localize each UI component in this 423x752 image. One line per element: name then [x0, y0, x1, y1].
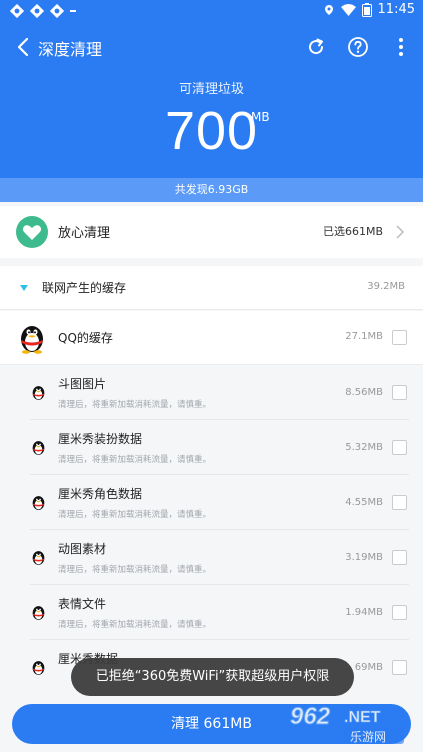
section-title: 联网产生的缓存: [42, 281, 127, 295]
list-item-title: 厘米秀装扮数据: [58, 432, 143, 446]
help-icon[interactable]: [347, 36, 369, 58]
svg-text:962: 962: [290, 703, 331, 730]
list-item-desc: 清理后，将重新加载消耗流量，请慎重。: [58, 400, 212, 410]
list-item-title: 表情文件: [58, 597, 107, 611]
safe-clean-title: 放心清理: [58, 226, 111, 241]
qq-cache-checkbox[interactable]: [392, 330, 407, 345]
list-item-checkbox[interactable]: [392, 440, 407, 455]
found-total-bar: 共发现6.93GB: [0, 178, 423, 202]
header: 深度清理 可清理垃圾 700 MB: [0, 24, 423, 178]
qq-penguin-icon: [32, 551, 45, 565]
qq-cache-sublist: 斗图图片 清理后，将重新加载消耗流量，请慎重。 8.56MB 厘米秀装扮数据 清…: [0, 365, 423, 696]
list-item-checkbox[interactable]: [392, 550, 407, 565]
junk-size-display: 700 MB: [0, 100, 423, 162]
section-size: 39.2MB: [367, 281, 405, 292]
qq-cache-row[interactable]: QQ的缓存 27.1MB: [0, 311, 423, 365]
wifi-icon: [340, 3, 356, 16]
status-app-icon: [30, 4, 44, 18]
qq-penguin-icon: [32, 496, 45, 510]
status-app-icon: [50, 4, 64, 18]
list-item-checkbox[interactable]: [392, 385, 407, 400]
list-item[interactable]: 厘米秀角色数据 清理后，将重新加载消耗流量，请慎重。 4.55MB: [0, 475, 423, 530]
list-item-title: 斗图图片: [58, 377, 107, 391]
expand-triangle-icon: [20, 285, 28, 291]
qq-penguin-icon: [21, 326, 43, 354]
qq-penguin-icon: [32, 386, 45, 400]
list-item-size: 69MB: [354, 662, 383, 673]
chevron-right-icon: [396, 225, 405, 239]
status-time: 11:45: [377, 2, 415, 17]
list-item-title: 动图素材: [58, 542, 107, 556]
site-watermark-logo: 962 .NET 乐游网: [290, 703, 404, 744]
status-app-icon: [10, 4, 24, 18]
permission-toast: 已拒绝“360免费WiFi”获取超级用户权限: [71, 658, 354, 696]
list-item-desc: 清理后，将重新加载消耗流量，请慎重。: [58, 565, 212, 575]
list-item-desc: 清理后，将重新加载消耗流量，请慎重。: [58, 455, 212, 465]
list-item[interactable]: 斗图图片 清理后，将重新加载消耗流量，请慎重。 8.56MB: [0, 365, 423, 420]
list-item-checkbox[interactable]: [392, 605, 407, 620]
junk-label: 可清理垃圾: [178, 82, 244, 97]
battery-icon: [361, 2, 372, 17]
section-network-cache[interactable]: 联网产生的缓存 39.2MB: [0, 266, 423, 310]
list-item[interactable]: 表情文件 清理后，将重新加载消耗流量，请慎重。 1.94MB: [0, 585, 423, 640]
list-item-size: 1.94MB: [345, 607, 383, 618]
title-bar: 深度清理: [0, 24, 423, 70]
junk-size-number: 700: [164, 101, 259, 161]
qq-penguin-icon: [32, 606, 45, 620]
location-icon: [324, 4, 333, 15]
list-item-size: 8.56MB: [345, 387, 383, 398]
list-item-checkbox[interactable]: [392, 495, 407, 510]
list-item-title: 厘米秀角色数据: [58, 487, 143, 501]
list-item-desc: 清理后，将重新加载消耗流量，请慎重。: [58, 510, 212, 520]
list-item-checkbox[interactable]: [392, 660, 407, 675]
status-notification-badge: [70, 10, 76, 12]
qq-penguin-icon: [32, 661, 45, 675]
qq-penguin-icon: [32, 441, 45, 455]
safe-clean-row[interactable]: 放心清理 已选661MB: [0, 206, 423, 258]
list-item-desc: 清理后，将重新加载消耗流量，请慎重。: [58, 620, 212, 630]
heart-icon: [16, 216, 48, 248]
list-item[interactable]: 厘米秀装扮数据 清理后，将重新加载消耗流量，请慎重。 5.32MB: [0, 420, 423, 475]
svg-text:.NET: .NET: [344, 709, 381, 726]
status-bar: 11:45: [0, 0, 423, 24]
list-item-size: 4.55MB: [345, 497, 383, 508]
qq-cache-title: QQ的缓存: [58, 331, 113, 345]
junk-size-unit: MB: [251, 110, 270, 124]
list-item-size: 3.19MB: [345, 552, 383, 563]
list-item[interactable]: 动图素材 清理后，将重新加载消耗流量，请慎重。 3.19MB: [0, 530, 423, 585]
refresh-icon[interactable]: [305, 36, 327, 58]
back-arrow-icon[interactable]: [12, 34, 36, 60]
qq-cache-size: 27.1MB: [345, 331, 383, 342]
svg-text:乐游网: 乐游网: [350, 730, 386, 744]
more-options-icon[interactable]: [392, 36, 410, 58]
list-item-size: 5.32MB: [345, 442, 383, 453]
safe-clean-selected: 已选661MB: [322, 225, 383, 238]
page-title: 深度清理: [38, 40, 103, 59]
